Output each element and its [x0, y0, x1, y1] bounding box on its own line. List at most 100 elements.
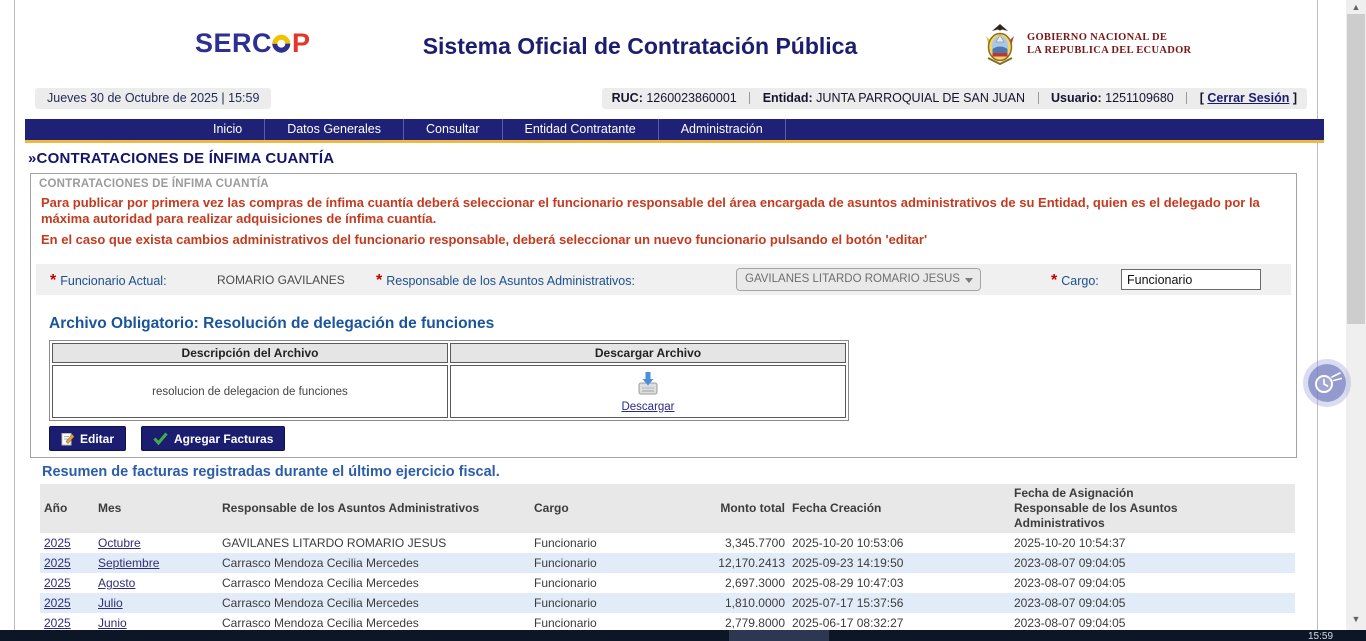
edit-icon: [61, 432, 74, 446]
funcionario-form-row: *Funcionario Actual: ROMARIO GAVILANES *…: [36, 264, 1291, 295]
winged-clock-icon: [1312, 370, 1342, 397]
table-row: 2025 Agosto Carrasco Mendoza Cecilia Merce…: [40, 573, 1295, 593]
archivo-col-descargar: Descargar Archivo: [450, 343, 846, 363]
facturas-header-6: Fecha de Asignación Responsable de los A…: [1010, 484, 1295, 533]
responsable-select[interactable]: GAVILANES LITARDO ROMARIO JESUS: [736, 268, 981, 291]
archivo-descargar-cell: Descargar: [450, 365, 846, 418]
year-link[interactable]: 2025: [44, 536, 71, 550]
month-link[interactable]: Agosto: [98, 576, 135, 590]
required-asterisk: *: [376, 272, 382, 289]
government-text-line1: GOBIERNO NACIONAL DE: [1027, 31, 1191, 44]
taskbar: 15:59: [0, 630, 1366, 641]
scrollbar-down-arrow-icon[interactable]: ▼: [1346, 612, 1366, 626]
cell-monto: 1,810.0000: [650, 593, 788, 613]
datetime-display: Jueves 30 de Octubre de 2025 | 15:59: [35, 88, 271, 109]
year-link[interactable]: 2025: [44, 556, 71, 570]
facturas-header-5: Fecha Creación: [788, 484, 1010, 533]
instruction-paragraph-2: En el caso que exista cambios administra…: [41, 232, 1281, 248]
cell-cargo: Funcionario: [530, 553, 650, 573]
ruc-label: RUC:: [612, 91, 643, 105]
cell-responsable: Carrasco Mendoza Cecilia Mercedes: [218, 553, 530, 573]
entity-label: Entidad:: [763, 91, 813, 105]
user-label: Usuario:: [1051, 91, 1102, 105]
cell-cargo: Funcionario: [530, 593, 650, 613]
session-divider: [749, 92, 750, 104]
chevron-down-icon: [965, 278, 973, 283]
cell-ano: 2025: [40, 573, 94, 593]
logout-bracket-close: ]: [1289, 91, 1297, 105]
logout-link[interactable]: Cerrar Sesión: [1207, 91, 1289, 105]
sercop-logo-p: P: [292, 28, 311, 58]
table-row: 2025 Julio Carrasco Mendoza Cecilia Merced…: [40, 593, 1295, 613]
funcionario-actual-label: *Funcionario Actual:: [50, 272, 167, 290]
cell-responsable: Carrasco Mendoza Cecilia Mercedes: [218, 573, 530, 593]
cell-fecha_creacion: 2025-10-20 10:53:06: [788, 533, 1010, 553]
cell-fecha_asignacion: 2025-10-20 10:54:37: [1010, 533, 1295, 553]
cell-fecha_asignacion: 2023-08-07 09:04:05: [1010, 553, 1295, 573]
required-asterisk: *: [1051, 272, 1057, 289]
facturas-header-3: Cargo: [530, 484, 650, 533]
session-divider: [1186, 92, 1187, 104]
nav-item-inicio[interactable]: Inicio: [191, 119, 265, 140]
archivo-descripcion-cell: resolucion de delegacion de funciones: [52, 365, 448, 418]
cell-responsable: GAVILANES LITARDO ROMARIO JESUS: [218, 533, 530, 553]
nav-item-consultar[interactable]: Consultar: [404, 119, 503, 140]
month-link[interactable]: Octubre: [98, 536, 141, 550]
cell-responsable: Carrasco Mendoza Cecilia Mercedes: [218, 593, 530, 613]
cell-ano: 2025: [40, 593, 94, 613]
cargo-label: *Cargo:: [1051, 272, 1099, 290]
infima-cuantia-panel: CONTRATACIONES DE ÍNFIMA CUANTÍA Para pu…: [30, 173, 1297, 458]
floating-timer-widget[interactable]: [1308, 364, 1346, 402]
agregar-facturas-button-label: Agregar Facturas: [174, 432, 273, 446]
archivo-col-descripcion: Descripción del Archivo: [52, 343, 448, 363]
facturas-header-1: Mes: [94, 484, 218, 533]
facturas-header-4: Monto total: [650, 484, 788, 533]
instruction-paragraph-1: Para publicar por primera vez las compra…: [41, 195, 1281, 227]
year-link[interactable]: 2025: [44, 596, 71, 610]
cell-mes: Julio: [94, 593, 218, 613]
table-row: 2025 Octubre GAVILANES LITARDO ROMARIO JES…: [40, 533, 1295, 553]
government-logo: GOBIERNO NACIONAL DE LA REPUBLICA DEL EC…: [980, 22, 1191, 66]
check-icon: [153, 432, 168, 445]
scrollbar-thumb[interactable]: [1347, 14, 1365, 324]
nav-item-datos-generales[interactable]: Datos Generales: [265, 119, 404, 140]
funcionario-actual-value: ROMARIO GAVILANES: [217, 273, 345, 287]
month-link[interactable]: Julio: [98, 596, 123, 610]
panel-legend: CONTRATACIONES DE ÍNFIMA CUANTÍA: [39, 178, 269, 190]
taskbar-active-app-segment[interactable]: [729, 630, 829, 641]
agregar-facturas-button[interactable]: Agregar Facturas: [141, 426, 285, 451]
responsable-selected-option: GAVILANES LITARDO ROMARIO JESUS: [745, 273, 960, 285]
session-bar: RUC: 1260023860001 Entidad: JUNTA PARROQ…: [602, 88, 1307, 109]
responsable-label: *Responsable de los Asuntos Administrati…: [376, 272, 635, 290]
cell-fecha_asignacion: 2023-08-07 09:04:05: [1010, 573, 1295, 593]
year-link[interactable]: 2025: [44, 616, 71, 630]
government-text-line2: LA REPUBLICA DEL ECUADOR: [1027, 44, 1191, 57]
browser-viewport: SERCP Sistema Oficial de Contratación Pú…: [0, 0, 1366, 641]
archivo-table: Descripción del Archivo Descargar Archiv…: [49, 340, 849, 421]
page-title: »CONTRATACIONES DE ÍNFIMA CUANTÍA: [28, 150, 334, 167]
download-icon[interactable]: [634, 371, 662, 397]
month-link[interactable]: Septiembre: [98, 556, 159, 570]
year-link[interactable]: 2025: [44, 576, 71, 590]
nav-item-administracion[interactable]: Administración: [659, 119, 786, 140]
cell-ano: 2025: [40, 553, 94, 573]
entity-value: JUNTA PARROQUIAL DE SAN JUAN: [816, 91, 1025, 105]
vertical-scrollbar[interactable]: ▲ ▼: [1346, 0, 1366, 630]
table-row: 2025 Septiembre Carrasco Mendoza Cecilia M…: [40, 553, 1295, 573]
app-title: Sistema Oficial de Contratación Pública: [360, 33, 920, 60]
user-value: 1251109680: [1105, 91, 1174, 105]
ruc-value: 1260023860001: [646, 91, 736, 105]
cell-fecha_creacion: 2025-08-29 10:47:03: [788, 573, 1010, 593]
editar-button[interactable]: Editar: [49, 426, 126, 451]
taskbar-clock[interactable]: 15:59: [1308, 631, 1333, 641]
month-link[interactable]: Junio: [98, 616, 127, 630]
cell-fecha_creacion: 2025-07-17 15:37:56: [788, 593, 1010, 613]
required-asterisk: *: [50, 272, 56, 289]
nav-item-entidad-contratante[interactable]: Entidad Contratante: [503, 119, 659, 140]
cell-cargo: Funcionario: [530, 533, 650, 553]
cell-cargo: Funcionario: [530, 573, 650, 593]
descargar-link[interactable]: Descargar: [451, 401, 845, 413]
sercop-logo: SERCP: [195, 28, 311, 59]
cargo-input[interactable]: [1121, 269, 1261, 290]
scrollbar-up-arrow-icon[interactable]: ▲: [1346, 0, 1366, 14]
